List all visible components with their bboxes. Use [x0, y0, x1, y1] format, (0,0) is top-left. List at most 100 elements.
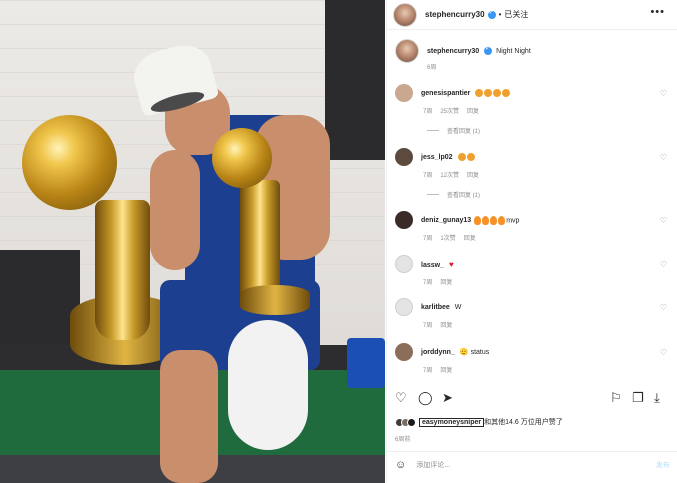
comment-like-icon[interactable]: ♡	[660, 216, 667, 225]
comment-reply-button[interactable]: 回复	[467, 170, 479, 179]
comment-avatar[interactable]	[395, 148, 413, 166]
comment-time: 7周	[423, 236, 433, 242]
comment-row: jess_lp02	[395, 148, 476, 166]
comment-username[interactable]: deniz_gunay13	[421, 217, 471, 224]
author-username[interactable]: stephencurry30	[425, 10, 485, 19]
comment-like-icon[interactable]: ♡	[660, 260, 667, 269]
like-icon[interactable]: ♡	[395, 390, 407, 406]
post-date: 6周前	[395, 437, 411, 443]
comment-like-icon[interactable]: ♡	[660, 348, 667, 357]
comment-avatar[interactable]	[395, 84, 413, 102]
collection-icon[interactable]: ❐	[632, 390, 644, 406]
emoji-picker-icon[interactable]: ☺	[395, 459, 406, 471]
post-header: stephencurry30 • 已关注	[387, 0, 677, 29]
comment-row: jorddynn_ 🫡 status	[395, 343, 489, 361]
liker-avatar	[407, 417, 416, 427]
caption-avatar[interactable]	[395, 39, 419, 63]
comment-text-wrap: deniz_gunay13 mvp	[421, 215, 520, 225]
comment-reply-button[interactable]: 回复	[440, 277, 452, 286]
comment-username[interactable]: karlitbee	[421, 304, 450, 311]
comment-row: karlitbee W	[395, 298, 461, 316]
verified-badge-icon	[487, 9, 496, 19]
caption-time: 6周	[427, 65, 437, 71]
view-replies-label: 查看回复 (1)	[447, 193, 481, 199]
comment-meta: 7周 25次赞 回复	[423, 106, 479, 115]
salute-emoji-icon: 🫡	[459, 349, 469, 356]
comment-avatar[interactable]	[395, 343, 413, 361]
comment-username[interactable]: genesispantier	[421, 90, 470, 97]
comment-avatar[interactable]	[395, 211, 413, 229]
comment-time: 7周	[423, 173, 433, 179]
comment-input[interactable]: 添加评论...	[416, 460, 656, 470]
comment-time: 7周	[423, 368, 433, 374]
player-kneepad	[228, 320, 308, 450]
comment-meta: 7周 12次赞 回复	[423, 170, 479, 179]
caption-username[interactable]: stephencurry30	[427, 48, 479, 55]
comment-row: genesispantier	[395, 84, 511, 102]
likes-summary: easymoneysniper 和其他14.6 万位用户赞了	[395, 417, 563, 427]
comment-row: lassw_ ♥	[395, 255, 454, 273]
comment-meta: 7周 回复	[423, 320, 452, 329]
trophy-small-body	[240, 180, 280, 300]
comment-time: 7周	[423, 280, 433, 286]
comment-text-wrap: karlitbee W	[421, 304, 461, 311]
view-replies-label: 查看回复 (1)	[447, 129, 481, 135]
header-divider	[387, 29, 677, 30]
separator-dot: •	[498, 10, 502, 19]
comment-time: 7周	[423, 323, 433, 329]
comment-username[interactable]: jorddynn_	[421, 349, 455, 356]
author-avatar[interactable]	[393, 2, 417, 27]
share-icon[interactable]: ➤	[442, 390, 453, 406]
caption-text: Night Night	[496, 47, 531, 55]
comment-text: W	[454, 303, 462, 311]
caption-row: stephencurry30 Night Night	[395, 39, 531, 63]
comment-username[interactable]: jess_lp02	[421, 154, 453, 161]
comment-likes[interactable]: 1次赞	[440, 233, 455, 242]
comment-avatar[interactable]	[395, 298, 413, 316]
comment-meta: 7周 回复	[423, 365, 452, 374]
comment-likes[interactable]: 25次赞	[440, 106, 459, 115]
laugh-emoji-icon	[457, 153, 476, 161]
action-bar: ♡ ◯ ➤ ⚐ ❐ ⤓	[387, 390, 677, 410]
likes-count-text[interactable]: 和其他14.6 万位用户赞了	[484, 417, 563, 427]
caption-meta: 6周	[427, 62, 436, 71]
comment-icon[interactable]: ◯	[418, 390, 433, 406]
comment-likes[interactable]: 12次赞	[440, 170, 459, 179]
comment-reply-button[interactable]: 回复	[440, 365, 452, 374]
comment-text-wrap: genesispantier	[421, 89, 511, 97]
view-replies-button[interactable]: 查看回复 (1)	[427, 190, 480, 199]
comment-username[interactable]: lassw_	[421, 262, 444, 269]
download-icon[interactable]: ⤓	[654, 390, 660, 406]
laugh-emoji-icon	[475, 89, 511, 97]
comment-like-icon[interactable]: ♡	[660, 153, 667, 162]
blue-box	[347, 338, 385, 388]
caption-verified-icon	[484, 45, 493, 55]
trophy-small-base	[240, 285, 310, 315]
comment-like-icon[interactable]: ♡	[660, 303, 667, 312]
locker-panel	[325, 0, 385, 160]
comment-text: mvp	[506, 216, 520, 224]
post-photo[interactable]	[0, 0, 385, 483]
follow-status-button[interactable]: 已关注	[504, 9, 528, 20]
comment-meta: 7周 回复	[423, 277, 452, 286]
comment-reply-button[interactable]: 回复	[464, 233, 476, 242]
trophy-left-body	[95, 200, 150, 340]
comment-avatar[interactable]	[395, 255, 413, 273]
comment-like-icon[interactable]: ♡	[660, 89, 667, 98]
caption-text-wrap: stephencurry30 Night Night	[427, 45, 531, 55]
comment-text: status	[470, 349, 490, 356]
footer-divider	[387, 451, 677, 452]
comment-text-wrap: lassw_ ♥	[421, 260, 454, 269]
comment-row: deniz_gunay13 mvp	[395, 211, 519, 229]
liker-username[interactable]: easymoneysniper	[419, 417, 485, 427]
player-arm-left	[150, 150, 200, 270]
save-icon[interactable]: ⚐	[610, 390, 622, 406]
trophy-left-ball	[22, 115, 117, 210]
comment-reply-button[interactable]: 回复	[467, 106, 479, 115]
post-comment-button[interactable]: 发布	[656, 460, 670, 470]
post-sidebar: stephencurry30 • 已关注 ••• stephencurry30 N…	[386, 0, 677, 483]
trophy-small-ball	[212, 128, 272, 188]
more-options-icon[interactable]: •••	[650, 6, 665, 18]
comment-reply-button[interactable]: 回复	[440, 320, 452, 329]
view-replies-button[interactable]: 查看回复 (1)	[427, 126, 480, 135]
